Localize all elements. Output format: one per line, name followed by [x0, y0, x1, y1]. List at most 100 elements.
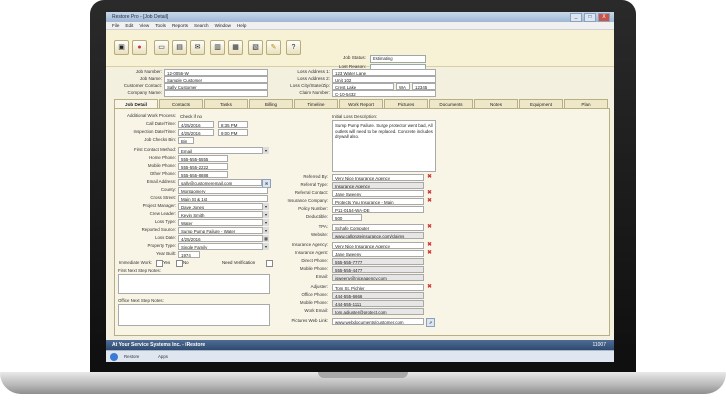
job-status-label: Job Status: — [343, 55, 366, 60]
other-phone-field[interactable]: 555-555-8888 — [178, 171, 228, 178]
no-checkbox[interactable] — [176, 260, 183, 267]
first-contact-chevron-down-icon[interactable]: ▾ — [262, 147, 269, 154]
taskbar-app-apps[interactable]: Apps — [158, 353, 168, 361]
adjuster-mobile-phone-label: Mobile Phone: — [299, 300, 328, 305]
yes-checkbox[interactable] — [156, 260, 163, 267]
referred-by-field[interactable]: Very Nice Insurance Agency — [332, 174, 424, 181]
referral-contact-field[interactable]: Jane Sweeny — [332, 190, 424, 197]
policy-number-label: Policy Number: — [298, 206, 328, 211]
year-built-field[interactable]: 1974 — [178, 251, 200, 258]
email-icon[interactable]: ✉ — [190, 40, 205, 55]
pictures-web-link-field[interactable]: www.webdocuments/customer.com — [332, 318, 424, 325]
mobile-phone-field[interactable]: 555-555-2222 — [178, 163, 228, 170]
email-address-field[interactable]: sally@customeremail.com — [178, 179, 262, 186]
insurance-agent-field[interactable]: Jane Sweeny — [332, 250, 424, 257]
first-contact-dropdown[interactable]: Email — [178, 147, 268, 154]
work-process-value[interactable]: Check if no — [178, 113, 208, 120]
insurance-company-clear-icon[interactable]: ✖ — [426, 198, 433, 205]
project-manager-dropdown[interactable]: Dave Jones — [178, 203, 268, 210]
job-number-field[interactable]: 12-0056-W — [164, 69, 268, 76]
customer-contact-field[interactable]: Sally Customer — [164, 83, 268, 90]
status-bar: At Your Service Systems Inc. - iRestore … — [106, 340, 614, 350]
menu-edit[interactable]: Edit — [125, 22, 133, 29]
help-icon[interactable]: ? — [286, 40, 301, 55]
notes-icon[interactable]: ✎ — [266, 40, 281, 55]
menu-window[interactable]: Window — [215, 22, 231, 29]
loss-zip-field[interactable]: 12345 — [412, 83, 436, 90]
loss-description-textarea[interactable]: Sump Pump Failure. Surge protector went … — [332, 120, 436, 172]
policy-number-field[interactable]: P11-0154-WA-DE — [332, 206, 424, 213]
print-icon[interactable]: ▤ — [172, 40, 187, 55]
adjuster-office-phone-field: 444-555-6666 — [332, 292, 424, 299]
open-link-icon[interactable]: ⇗ — [426, 318, 435, 327]
loss-city-field[interactable]: Crest Lake — [332, 83, 394, 90]
home-phone-field[interactable]: 555-555-5555 — [178, 155, 228, 162]
job-name-field[interactable]: Sample Customer — [164, 76, 268, 83]
office-next-step-textarea[interactable] — [118, 304, 270, 326]
start-button-icon[interactable] — [110, 353, 118, 361]
inspection-date-field[interactable]: 4/25/2016 — [178, 129, 214, 136]
taskbar-app-restore[interactable]: Restore — [124, 353, 139, 361]
menu-help[interactable]: Help — [237, 22, 246, 29]
save-icon[interactable]: ▣ — [114, 40, 129, 55]
menu-file[interactable]: File — [112, 22, 119, 29]
menu-search[interactable]: Search — [194, 22, 209, 29]
minimize-button[interactable]: _ — [570, 13, 582, 22]
insurance-agency-field[interactable]: Very Nice Insurance Agency — [332, 242, 424, 249]
document-icon[interactable]: ▥ — [210, 40, 225, 55]
inspection-date-label: Inspection Date/Time: — [133, 129, 176, 134]
direct-phone-label: Direct Phone: — [301, 258, 328, 263]
insurance-company-field[interactable]: Protects You Insurance - Main — [332, 198, 424, 205]
loss-date-field[interactable]: 4/25/2016 — [178, 235, 268, 242]
crew-leader-dropdown[interactable]: Kevin Smith — [178, 211, 268, 218]
claim-number-field[interactable]: C-10-5432 — [332, 90, 436, 97]
job-checks-field[interactable]: Bin — [178, 137, 194, 144]
adjuster-clear-icon[interactable]: ✖ — [426, 284, 433, 291]
tpa-field[interactable]: Schafe Computer — [332, 224, 424, 231]
loss-type-dropdown[interactable]: Water — [178, 219, 268, 226]
menu-view[interactable]: View — [139, 22, 149, 29]
job-checks-label: Job Checks Bin: — [144, 137, 176, 142]
call-date-label: Call Date/Time: — [145, 121, 176, 126]
loss-address2-field[interactable]: Unit 102 — [332, 76, 436, 83]
county-field[interactable]: Montgomery — [178, 187, 268, 194]
county-label: County: — [160, 187, 176, 192]
loss-city-label: Loss City/State/Zip: — [290, 83, 330, 88]
tpa-clear-icon[interactable]: ✖ — [426, 224, 433, 231]
menu-reports[interactable]: Reports — [172, 22, 188, 29]
status-record-count: 11007 — [592, 342, 606, 348]
first-next-step-label: First Next Step Notes: — [118, 268, 161, 273]
website-label: Website: — [310, 232, 328, 237]
inspection-time-field[interactable]: 9:00 PM — [218, 129, 248, 136]
referred-by-clear-icon[interactable]: ✖ — [426, 174, 433, 181]
loss-address-field[interactable]: 123 Water Lane — [332, 69, 436, 76]
insurance-agent-clear-icon[interactable]: ✖ — [426, 250, 433, 257]
maximize-button[interactable]: □ — [584, 13, 596, 22]
menu-tools[interactable]: Tools — [155, 22, 166, 29]
report-icon[interactable]: ▧ — [248, 40, 263, 55]
close-button[interactable]: X — [598, 13, 610, 22]
delete-icon[interactable]: ● — [132, 40, 147, 55]
new-record-icon[interactable]: ▭ — [154, 40, 169, 55]
status-company-text: At Your Service Systems Inc. - iRestore — [112, 342, 206, 348]
reported-source-dropdown[interactable]: Sump Pump Failure - Water — [178, 227, 268, 234]
company-name-field[interactable] — [164, 90, 268, 97]
deductible-field[interactable]: 500 — [332, 214, 362, 221]
job-status-field[interactable]: Estimating — [370, 55, 426, 63]
adjuster-field[interactable]: Tom St. Pichler — [332, 284, 424, 291]
loss-type-label: Loss Type: — [154, 219, 176, 224]
call-date-field[interactable]: 4/25/2016 — [178, 121, 214, 128]
website-field[interactable]: www.callproteinsurance.com/claims — [332, 232, 424, 239]
call-time-field[interactable]: 8:35 PM — [218, 121, 248, 128]
loss-address-label: Loss Address 1: — [297, 69, 330, 74]
referral-contact-clear-icon[interactable]: ✖ — [426, 190, 433, 197]
first-next-step-textarea[interactable] — [118, 274, 270, 294]
customer-contact-label: Customer Contact: — [123, 83, 162, 88]
calendar-icon[interactable]: ▦ — [228, 40, 243, 55]
tpa-label: TPA: — [318, 224, 328, 229]
loss-state-field[interactable]: WA — [396, 83, 410, 90]
property-type-dropdown[interactable]: Single Family — [178, 243, 268, 250]
insurance-agency-clear-icon[interactable]: ✖ — [426, 242, 433, 249]
menu-bar: File Edit View Tools Reports Search Wind… — [106, 22, 614, 30]
cross-street-field[interactable]: Main St & 1st — [178, 195, 268, 202]
